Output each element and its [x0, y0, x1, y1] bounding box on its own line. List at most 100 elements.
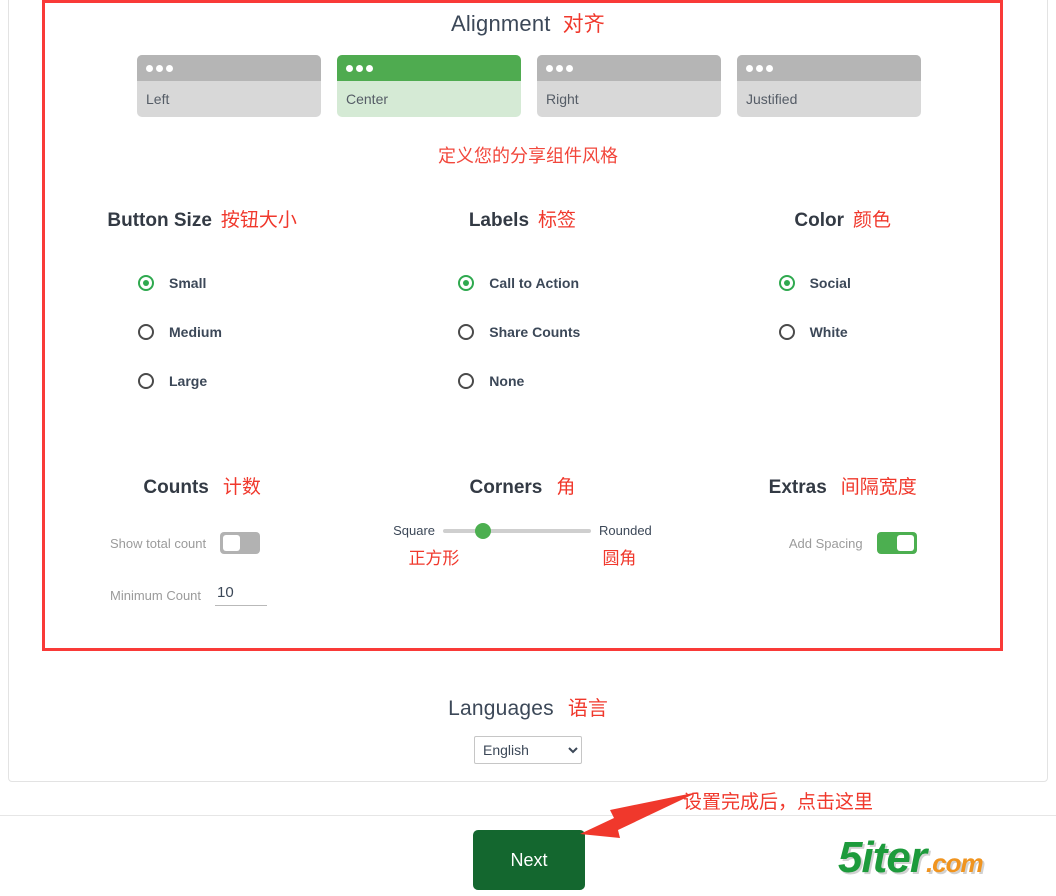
radio-row-small[interactable]: Small — [138, 258, 362, 307]
color-title-cn: 颜色 — [853, 210, 892, 231]
radio-label: Call to Action — [489, 274, 579, 291]
alignment-title-cn: 对齐 — [562, 13, 606, 36]
languages-section-header: Languages 语言 — [0, 692, 1056, 721]
button-size-title-cn: 按钮大小 — [220, 210, 297, 231]
radio-icon[interactable] — [458, 372, 475, 389]
alignment-card-center[interactable]: Center — [337, 55, 521, 117]
alignment-dots-icon — [737, 55, 921, 81]
watermark-main: 5iter — [838, 833, 927, 882]
minimum-count-input[interactable] — [215, 584, 268, 606]
watermark-suffix: .com — [925, 848, 984, 878]
radio-icon[interactable] — [138, 274, 154, 291]
slider-handle[interactable] — [474, 522, 491, 539]
next-button[interactable]: Next — [473, 830, 585, 890]
languages-title: Languages — [448, 697, 554, 720]
alignment-card-label: Justified — [746, 91, 798, 107]
color-title-row: Color 颜色 — [683, 205, 1003, 232]
language-select[interactable]: English — [474, 736, 582, 764]
radio-label: Medium — [169, 323, 222, 340]
corners-slider[interactable] — [443, 522, 592, 539]
alignment-section-header: Alignment 对齐 — [0, 8, 1056, 38]
radio-icon[interactable] — [778, 323, 795, 340]
counts-controls: Show total count Minimum Count — [42, 523, 362, 615]
extras-controls: Add Spacing — [683, 523, 1003, 563]
counts-title-row: Counts 计数 — [42, 472, 362, 499]
column-button-size: Button Size 按钮大小 Small Medium Large — [42, 205, 362, 405]
languages-select-wrap: English — [0, 736, 1056, 764]
corners-title-cn: 角 — [556, 477, 576, 498]
column-corners: Corners 角 Square Rounded 正方形 圆角 — [362, 472, 682, 615]
radio-icon[interactable] — [458, 274, 475, 291]
radio-row-call-to-action[interactable]: Call to Action — [458, 258, 682, 307]
radio-row-medium[interactable]: Medium — [138, 307, 362, 356]
extras-title-cn: 间隔宽度 — [840, 477, 917, 498]
radio-label: White — [809, 323, 848, 340]
corners-title-row: Corners 角 — [362, 472, 682, 499]
alignment-card-label: Right — [546, 91, 579, 107]
extras-title-row: Extras 间隔宽度 — [683, 472, 1003, 499]
annotation-arrow-icon — [580, 792, 698, 838]
corners-title: Corners — [469, 477, 543, 498]
corners-min-label: Square — [393, 523, 436, 538]
button-size-title: Button Size — [107, 210, 212, 231]
color-radio-group: Social White — [683, 258, 1003, 356]
annotation-text-cn: 设置完成后，点击这里 — [683, 792, 874, 813]
radio-icon[interactable] — [138, 372, 154, 389]
radio-label: Large — [169, 372, 208, 389]
corners-min-label-cn: 正方形 — [408, 549, 460, 568]
corners-slider-row: Square Rounded — [362, 522, 682, 539]
counts-title-cn: 计数 — [222, 477, 261, 498]
corners-cn-labels: 正方形 圆角 — [408, 544, 636, 569]
show-total-count-toggle[interactable] — [220, 532, 261, 554]
minimum-count-label: Minimum Count — [110, 587, 202, 603]
radio-row-social[interactable]: Social — [778, 258, 1003, 307]
alignment-dots-icon — [137, 55, 321, 81]
column-extras: Extras 间隔宽度 Add Spacing — [683, 472, 1003, 615]
radio-label: None — [489, 372, 525, 389]
alignment-card-justified[interactable]: Justified — [737, 55, 921, 117]
settings-columns-bottom: Counts 计数 Show total count Minimum Count … — [42, 472, 1003, 615]
show-total-count-label: Show total count — [110, 535, 207, 551]
button-size-radio-group: Small Medium Large — [42, 258, 362, 405]
style-caption-cn: 定义您的分享组件风格 — [438, 146, 618, 166]
languages-title-cn: 语言 — [567, 698, 608, 720]
alignment-card-label: Left — [146, 91, 170, 107]
radio-label: Share Counts — [489, 323, 581, 340]
radio-row-share-counts[interactable]: Share Counts — [458, 307, 682, 356]
radio-icon[interactable] — [458, 323, 475, 340]
toggle-knob — [896, 535, 914, 551]
labels-title-cn: 标签 — [538, 210, 577, 231]
radio-row-none[interactable]: None — [458, 356, 682, 405]
column-color: Color 颜色 Social White — [683, 205, 1003, 405]
alignment-card-label: Center — [346, 91, 389, 107]
labels-title-row: Labels 标签 — [362, 205, 682, 232]
column-labels: Labels 标签 Call to Action Share Counts Non… — [362, 205, 682, 405]
alignment-card-left[interactable]: Left — [137, 55, 321, 117]
radio-label: Social — [809, 274, 851, 291]
alignment-dots-icon — [537, 55, 721, 81]
color-title: Color — [794, 210, 845, 231]
radio-icon[interactable] — [138, 323, 154, 340]
minimum-count-row: Minimum Count — [110, 575, 362, 615]
extras-title: Extras — [768, 477, 827, 498]
radio-row-white[interactable]: White — [778, 307, 1003, 356]
corners-max-label-cn: 圆角 — [602, 549, 637, 568]
screen-root: Alignment 对齐 Left Center Right Justified … — [0, 0, 1056, 896]
alignment-card-right[interactable]: Right — [537, 55, 721, 117]
footer-divider — [0, 815, 1056, 816]
add-spacing-toggle[interactable] — [876, 532, 917, 554]
show-total-count-row: Show total count — [110, 523, 362, 563]
watermark: 5iter.com — [838, 833, 984, 882]
alignment-title-row: Alignment 对齐 — [0, 8, 1056, 38]
column-counts: Counts 计数 Show total count Minimum Count — [42, 472, 362, 615]
radio-row-large[interactable]: Large — [138, 356, 362, 405]
alignment-options: Left Center Right Justified — [137, 55, 922, 117]
settings-columns-top: Button Size 按钮大小 Small Medium Large Labe… — [42, 205, 1003, 405]
button-size-title-row: Button Size 按钮大小 — [42, 205, 362, 232]
labels-title: Labels — [468, 210, 530, 231]
radio-label: Small — [169, 274, 207, 291]
radio-icon[interactable] — [778, 274, 795, 291]
add-spacing-row: Add Spacing — [789, 523, 917, 563]
counts-title: Counts — [143, 477, 209, 498]
alignment-dots-icon — [337, 55, 521, 81]
